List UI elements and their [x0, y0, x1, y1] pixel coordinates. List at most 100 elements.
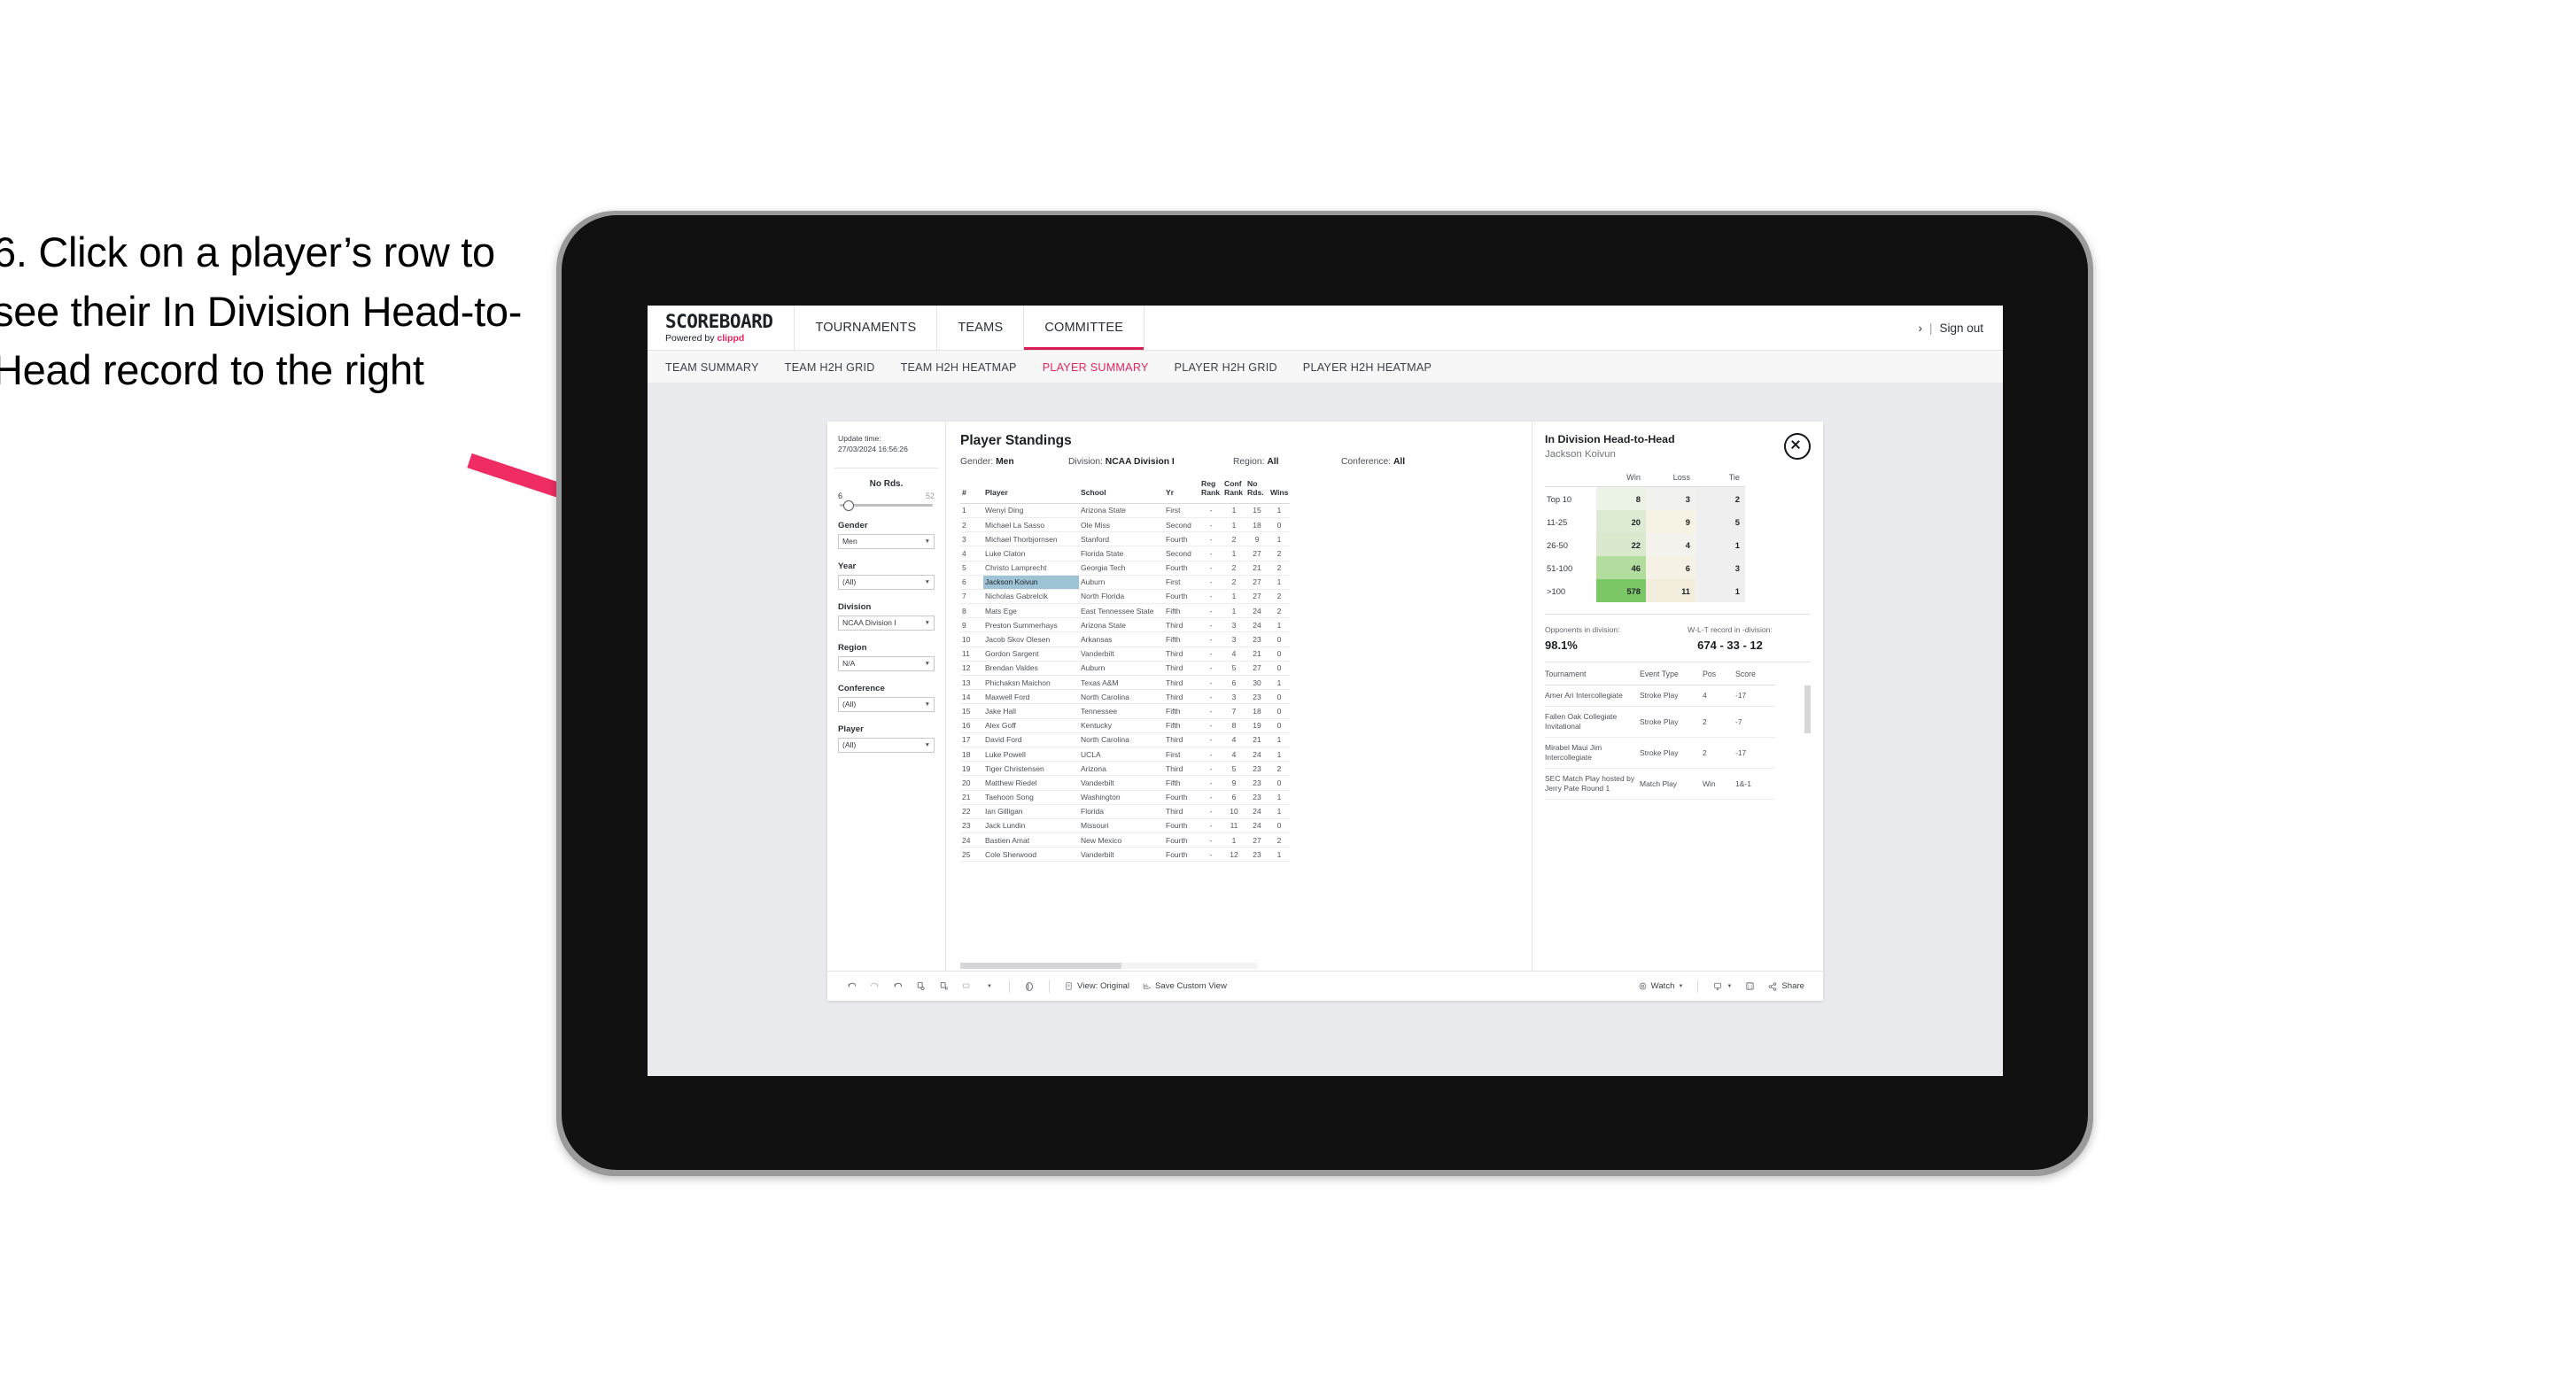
table-row[interactable]: 2 Michael La Sasso Ole Miss Second -1 18 0 [960, 517, 1290, 533]
row-rank: 5 [960, 561, 983, 576]
table-row[interactable]: 7 Nicholas Gabrelcik North Florida Fourth -1… [960, 589, 1290, 605]
table-row[interactable]: 19 Tiger Christensen Arizona Third -5 23 2 [960, 761, 1290, 777]
filter-year-select[interactable]: (All) ▼ [838, 574, 935, 590]
table-row[interactable]: 11 Gordon Sargent Vanderbilt Third -4 21 0 [960, 647, 1290, 662]
user-chevron-icon[interactable]: › [1918, 321, 1922, 335]
row-yr: Fifth [1164, 775, 1199, 791]
chevron-down-icon[interactable]: ▼ [978, 977, 1001, 996]
nav-tournaments[interactable]: TOURNAMENTS [795, 306, 938, 350]
filter-conference-label: Conference [838, 683, 885, 693]
table-row[interactable]: 21 Taehoon Song Washington Fourth -6 23 1 [960, 790, 1290, 805]
table-row[interactable]: 12 Brendan Valdes Auburn Third -5 27 0 [960, 661, 1290, 677]
tab-player-summary[interactable]: PLAYER SUMMARY [1043, 361, 1149, 374]
vertical-scrollbar[interactable] [1804, 685, 1811, 733]
row-no-rds: 23 [1245, 775, 1269, 791]
tournament-row[interactable]: Amer Ari Intercollegiate Stroke Play 4 -17 [1545, 685, 1775, 708]
tab-player-h2h-heatmap[interactable]: PLAYER H2H HEATMAP [1303, 361, 1432, 374]
tournament-score: -17 [1735, 685, 1775, 708]
scrollbar-thumb[interactable] [960, 963, 1121, 969]
pause-icon[interactable] [932, 977, 955, 996]
col-conf-rank[interactable]: Conf Rank [1222, 476, 1245, 504]
app-screen: SCOREBOARD Powered by clippd TOURNAMENTS… [648, 306, 2003, 1076]
table-row[interactable]: 13 Phichaksn Maichon Texas A&M Third -6 30 1 [960, 675, 1290, 691]
tournament-event-type: Match Play [1640, 768, 1703, 801]
tournament-row[interactable]: Fallen Oak Collegiate Invitational Stroke… [1545, 706, 1775, 739]
table-row[interactable]: 22 Ian Gilligan Florida Third -10 24 1 [960, 804, 1290, 819]
share-button[interactable]: Share [1761, 981, 1811, 992]
filter-player-select[interactable]: (All) ▼ [838, 737, 935, 753]
chevron-down-icon: ▼ [924, 741, 930, 748]
table-row[interactable]: 23 Jack Lundin Missouri Fourth -11 24 0 [960, 818, 1290, 834]
h2h-row-label: 51-100 [1545, 556, 1596, 579]
row-player: Jacob Skov Olesen [983, 631, 1079, 647]
update-time-value: 27/03/2024 16:56:26 [838, 445, 908, 454]
row-rank: 11 [960, 647, 983, 662]
row-no-rds: 27 [1245, 661, 1269, 677]
highlight-icon[interactable] [1018, 977, 1041, 996]
filter-year: Year (All) ▼ [827, 561, 945, 590]
tab-player-h2h-grid[interactable]: PLAYER H2H GRID [1175, 361, 1277, 374]
filter-icon[interactable] [955, 977, 978, 996]
fullscreen-icon[interactable] [1738, 977, 1761, 996]
col-school[interactable]: School [1079, 476, 1164, 504]
watch-button[interactable]: Watch ▼ [1632, 981, 1690, 991]
refresh-icon[interactable] [909, 977, 932, 996]
row-school: Auburn [1079, 575, 1164, 590]
row-no-rds: 21 [1245, 647, 1269, 662]
col-wins[interactable]: Wins [1269, 476, 1290, 504]
tournament-pos: 2 [1703, 737, 1735, 770]
table-row[interactable]: 18 Luke Powell UCLA First -4 24 1 [960, 747, 1290, 763]
table-row[interactable]: 6 Jackson Koivun Auburn First -2 27 1 [960, 575, 1290, 590]
table-row[interactable]: 1 Wenyi Ding Arizona State First -1 15 1 [960, 503, 1290, 518]
tab-team-summary[interactable]: TEAM SUMMARY [665, 361, 759, 374]
save-custom-view-button[interactable]: Save Custom View [1136, 981, 1233, 991]
watch-label: Watch [1650, 981, 1675, 991]
view-original-button[interactable]: View: Original [1058, 981, 1136, 991]
col-yr[interactable]: Yr [1164, 476, 1199, 504]
filter-division-select[interactable]: NCAA Division I ▼ [838, 615, 935, 631]
table-row[interactable]: 17 David Ford North Carolina Third -4 21 1 [960, 732, 1290, 747]
filter-conference-select[interactable]: (All) ▼ [838, 696, 935, 712]
col-player[interactable]: Player [983, 476, 1079, 504]
no-rounds-slider-track[interactable] [840, 500, 933, 512]
undo-icon[interactable] [840, 977, 863, 996]
nav-teams[interactable]: TEAMS [937, 306, 1025, 350]
redo-icon[interactable] [863, 977, 886, 996]
table-row[interactable]: 9 Preston Summerhays Arizona State Third -3 2… [960, 617, 1290, 633]
row-school: New Mexico [1079, 832, 1164, 848]
download-button[interactable]: ▼ [1706, 981, 1738, 992]
table-row[interactable]: 14 Maxwell Ford North Carolina Third -3 23 0 [960, 689, 1290, 705]
col-reg-rank[interactable]: Reg Rank [1199, 476, 1222, 504]
row-reg-rank: - [1199, 718, 1222, 733]
tournament-score: -17 [1735, 737, 1775, 770]
close-icon[interactable] [1784, 433, 1811, 460]
table-row[interactable]: 8 Mats Ege East Tennessee State Fifth -1 24 2 [960, 603, 1290, 619]
tournament-row[interactable]: SEC Match Play hosted by Jerry Pate Roun… [1545, 768, 1775, 801]
row-conf-rank: 8 [1222, 718, 1245, 733]
scoreboard-logo[interactable]: SCOREBOARD Powered by clippd [648, 306, 795, 350]
division-stats: Opponents in division: 98.1% W-L-T recor… [1545, 614, 1811, 652]
sign-out-link[interactable]: Sign out [1939, 321, 1983, 335]
nav-committee[interactable]: COMMITTEE [1024, 306, 1145, 350]
row-conf-rank: 10 [1222, 804, 1245, 819]
filter-conference: Conference (All) ▼ [827, 684, 945, 712]
table-row[interactable]: 5 Christo Lamprecht Georgia Tech Fourth -2 21… [960, 561, 1290, 576]
table-row[interactable]: 20 Matthew Riedel Vanderbilt Fifth -9 23 0 [960, 775, 1290, 791]
col-rank[interactable]: # [960, 476, 983, 504]
tournament-row[interactable]: Mirabel Maui Jim Intercollegiate Stroke P… [1545, 737, 1775, 770]
col-no-rds[interactable]: No Rds. [1245, 476, 1269, 504]
revert-icon[interactable] [886, 977, 909, 996]
filter-gender-select[interactable]: Men ▼ [838, 533, 935, 549]
no-rounds-slider-handle[interactable] [843, 500, 855, 512]
filter-region-select[interactable]: N/A ▼ [838, 655, 935, 671]
table-row[interactable]: 10 Jacob Skov Olesen Arkansas Fifth -3 23 0 [960, 631, 1290, 647]
table-row[interactable]: 24 Bastien Amat New Mexico Fourth -1 27 2 [960, 832, 1290, 848]
table-row[interactable]: 16 Alex Goff Kentucky Fifth -8 19 0 [960, 718, 1290, 733]
tab-team-h2h-heatmap[interactable]: TEAM H2H HEATMAP [901, 361, 1017, 374]
table-row[interactable]: 25 Cole Sherwood Vanderbilt Fourth -12 23 1 [960, 847, 1290, 863]
horizontal-scrollbar[interactable] [960, 963, 1257, 969]
tab-team-h2h-grid[interactable]: TEAM H2H GRID [785, 361, 875, 374]
table-row[interactable]: 3 Michael Thorbjornsen Stanford Fourth -2 9 1 [960, 531, 1290, 547]
table-row[interactable]: 4 Luke Claton Florida State Second -1 27 2 [960, 546, 1290, 561]
table-row[interactable]: 15 Jake Hall Tennessee Fifth -7 18 0 [960, 703, 1290, 719]
